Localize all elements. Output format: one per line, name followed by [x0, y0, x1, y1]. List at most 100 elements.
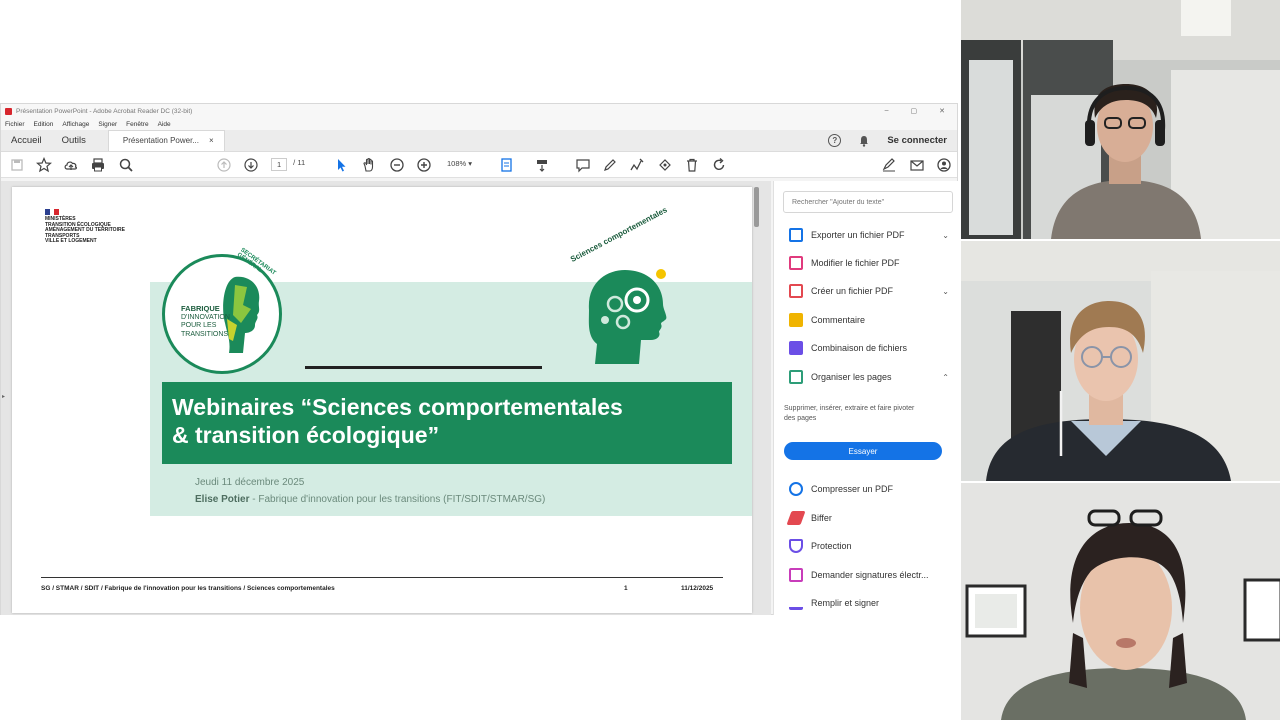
- menu-window[interactable]: Fenêtre: [126, 121, 148, 128]
- tool-create-pdf[interactable]: Créer un fichier PDF ⌄: [789, 284, 949, 298]
- bell-icon[interactable]: [859, 135, 869, 147]
- slide-title-line: & transition écologique”: [172, 422, 440, 448]
- tool-redact[interactable]: Biffer: [786, 511, 949, 525]
- rotate-icon[interactable]: [711, 157, 727, 173]
- pdf-page: MINISTÈRES TRANSITION ÉCOLOGIQUE AMÉNAGE…: [12, 187, 752, 613]
- page-display-icon[interactable]: [499, 157, 515, 173]
- menu-sign[interactable]: Signer: [98, 121, 117, 128]
- french-flag-icon: [45, 209, 60, 215]
- organize-pages-description: Supprimer, insérer, extraire et faire pi…: [784, 405, 915, 422]
- left-panel-toggle-icon[interactable]: ▸: [2, 393, 5, 400]
- help-icon[interactable]: ?: [828, 134, 842, 147]
- edit-pdf-icon: [789, 256, 803, 270]
- tab-tools[interactable]: Outils: [52, 135, 96, 151]
- tool-comment[interactable]: Commentaire: [789, 313, 949, 327]
- chevron-up-icon[interactable]: ⌃: [942, 373, 949, 382]
- try-button[interactable]: Essayer: [784, 442, 942, 460]
- upload-cloud-icon[interactable]: [63, 157, 79, 173]
- compress-pdf-icon: [789, 482, 803, 496]
- footer-divider: [41, 577, 723, 578]
- zoom-out-icon[interactable]: [389, 157, 405, 173]
- window-titlebar: Présentation PowerPoint - Adobe Acrobat …: [1, 104, 957, 118]
- tool-label: Modifier le fichier PDF: [811, 258, 900, 268]
- zoom-value: 108%: [447, 159, 467, 168]
- tool-label: Créer un fichier PDF: [811, 286, 894, 296]
- request-signature-icon: [789, 568, 803, 582]
- tab-close-icon[interactable]: ×: [209, 136, 214, 145]
- tool-protect[interactable]: Protection: [789, 539, 949, 553]
- minimize-button[interactable]: –: [885, 107, 889, 115]
- save-icon[interactable]: [9, 157, 25, 173]
- document-viewer[interactable]: ▸ MINISTÈRES TRANSITION ÉCOLOGIQUE AMÉNA…: [1, 181, 771, 615]
- tool-label: Demander signatures électr...: [811, 570, 929, 580]
- menu-file[interactable]: Fichier: [5, 121, 25, 128]
- tab-document-label: Présentation Power...: [122, 136, 199, 145]
- tool-export-pdf[interactable]: Exporter un fichier PDF ⌄: [789, 228, 949, 242]
- tool-label: Combinaison de fichiers: [811, 343, 908, 353]
- tool-organize-pages[interactable]: Organiser les pages ⌃: [789, 370, 949, 384]
- maximize-button[interactable]: ▢: [911, 107, 918, 115]
- menu-help[interactable]: Aide: [158, 121, 171, 128]
- page-total: / 11: [293, 158, 306, 167]
- chevron-down-icon[interactable]: ⌄: [942, 287, 949, 296]
- footer-text: SG / STMAR / SDIT / Fabrique de l'innova…: [41, 585, 335, 592]
- viewer-scrollbar[interactable]: [754, 187, 759, 227]
- menu-bar: Fichier Edition Affichage Signer Fenêtre…: [1, 118, 957, 130]
- video-tile-participant-2[interactable]: [961, 241, 1280, 481]
- print-icon[interactable]: [90, 157, 106, 173]
- window-title: Présentation PowerPoint - Adobe Acrobat …: [16, 107, 193, 115]
- share-user-icon[interactable]: [936, 157, 952, 173]
- page-up-icon[interactable]: [216, 157, 232, 173]
- zoom-in-icon[interactable]: [416, 157, 432, 173]
- export-pdf-icon: [789, 228, 803, 242]
- slide-author: Elise Potier - Fabrique d'innovation pou…: [195, 494, 545, 505]
- draw-icon[interactable]: [629, 157, 645, 173]
- tab-home[interactable]: Accueil: [1, 135, 52, 151]
- fill-sign-icon[interactable]: [881, 157, 897, 173]
- tool-label: Remplir et signer: [811, 598, 880, 608]
- mail-icon[interactable]: [909, 157, 925, 173]
- comment-icon[interactable]: [575, 157, 591, 173]
- shield-icon: [789, 539, 803, 553]
- chevron-down-icon[interactable]: ⌄: [942, 231, 949, 240]
- menu-view[interactable]: Affichage: [62, 121, 89, 128]
- tool-request-signatures[interactable]: Demander signatures électr...: [789, 568, 949, 582]
- tool-label: Exporter un fichier PDF: [811, 230, 905, 240]
- organize-pages-icon: [789, 370, 803, 384]
- close-window-button[interactable]: ✕: [939, 107, 945, 115]
- meeting-view: Présentation PowerPoint - Adobe Acrobat …: [0, 0, 1280, 720]
- page-number-input[interactable]: 1: [271, 158, 288, 171]
- tool-compress-pdf[interactable]: Compresser un PDF: [789, 482, 949, 496]
- tools-search-input[interactable]: [783, 191, 953, 213]
- tool-fill-sign[interactable]: Remplir et signer: [789, 596, 949, 610]
- tab-document[interactable]: Présentation Power... ×: [107, 130, 225, 151]
- pen-icon[interactable]: [602, 157, 618, 173]
- create-pdf-icon: [789, 284, 803, 298]
- page-down-icon[interactable]: [243, 157, 259, 173]
- shared-screen: Présentation PowerPoint - Adobe Acrobat …: [0, 103, 959, 615]
- fill-sign-tool-icon: [789, 596, 803, 610]
- star-icon[interactable]: [36, 157, 52, 173]
- zoom-level-select[interactable]: 108% ▾: [447, 159, 472, 168]
- trash-icon[interactable]: [684, 157, 700, 173]
- logo-text-line: FABRIQUE: [181, 304, 220, 313]
- logo-text-line: POUR LES: [181, 322, 217, 329]
- signin-link[interactable]: Se connecter: [887, 135, 947, 146]
- scroll-mode-icon[interactable]: [534, 157, 550, 173]
- video-tile-participant-3[interactable]: [961, 483, 1280, 720]
- person-with-headphones-icon: [961, 0, 1280, 239]
- tool-label: Protection: [811, 541, 852, 551]
- video-tile-participant-1[interactable]: [961, 0, 1280, 239]
- fabrique-innovation-logo: SECRÉTARIAT GÉNÉRAL FABRIQUE D'INNOVATIO…: [162, 247, 282, 374]
- tool-combine-files[interactable]: Combinaison de fichiers: [789, 341, 949, 355]
- tool-label: Biffer: [811, 513, 832, 523]
- search-icon[interactable]: [118, 157, 134, 173]
- logo-text-line: D'INNOVATION: [181, 313, 230, 321]
- hand-icon[interactable]: [361, 157, 377, 173]
- menu-edit[interactable]: Edition: [34, 121, 54, 128]
- cursor-icon[interactable]: [333, 157, 349, 173]
- slide-title-line: Webinaires “Sciences comportementales: [172, 394, 623, 420]
- stamp-icon[interactable]: [657, 157, 673, 173]
- tool-edit-pdf[interactable]: Modifier le fichier PDF: [789, 256, 949, 270]
- page-navigator: 1 / 11: [271, 158, 305, 171]
